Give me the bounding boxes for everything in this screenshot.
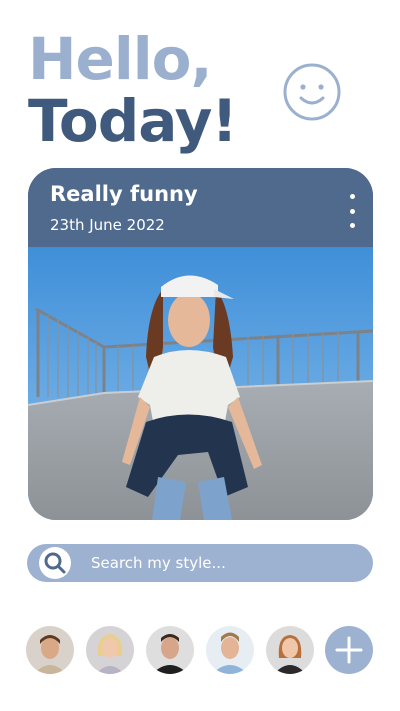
post-card[interactable]: Really funny 23th June 2022	[28, 168, 373, 520]
search-bar[interactable]	[27, 544, 373, 582]
avatar[interactable]	[266, 626, 314, 674]
avatar[interactable]	[86, 626, 134, 674]
post-title: Really funny	[50, 182, 198, 206]
greeting: Hello, Today!	[28, 25, 238, 155]
search-icon[interactable]	[39, 547, 71, 579]
plus-icon	[335, 636, 363, 664]
avatar[interactable]	[146, 626, 194, 674]
avatar[interactable]	[206, 626, 254, 674]
smiley-icon[interactable]	[282, 62, 342, 122]
post-card-header: Really funny 23th June 2022	[28, 168, 373, 247]
avatar[interactable]	[26, 626, 74, 674]
more-vertical-icon[interactable]	[345, 194, 359, 228]
greeting-today: Today!	[28, 87, 238, 155]
post-date: 23th June 2022	[50, 216, 165, 234]
greeting-hello: Hello,	[28, 25, 213, 93]
search-input[interactable]	[91, 544, 361, 582]
post-photo	[28, 247, 373, 520]
add-button[interactable]	[325, 626, 373, 674]
